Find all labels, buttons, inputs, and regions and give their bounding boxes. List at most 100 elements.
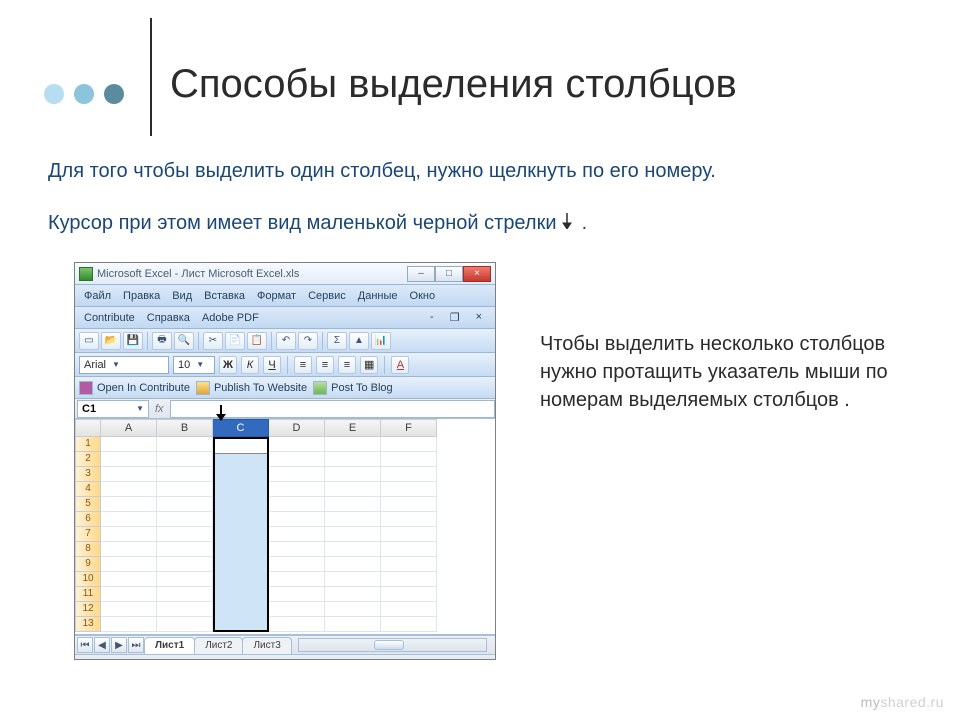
slide-title: Способы выделения столбцов bbox=[170, 62, 737, 107]
menu-bar: Файл Правка Вид Вставка Формат Сервис Да… bbox=[75, 285, 495, 307]
align-center-button[interactable]: ≡ bbox=[316, 356, 334, 374]
sheet-tab[interactable]: Лист3 bbox=[242, 637, 291, 654]
menu-file[interactable]: Файл bbox=[79, 288, 116, 304]
horizontal-scrollbar[interactable] bbox=[298, 638, 487, 652]
row-header[interactable]: 9 bbox=[75, 557, 101, 572]
menu-contribute[interactable]: Contribute bbox=[79, 310, 140, 326]
menu-adobe-pdf[interactable]: Adobe PDF bbox=[197, 310, 264, 326]
align-right-button[interactable]: ≡ bbox=[338, 356, 356, 374]
name-box[interactable]: C1 ▼ bbox=[77, 400, 149, 418]
row-header[interactable]: 5 bbox=[75, 497, 101, 512]
doc-restore-icon[interactable]: ❐ bbox=[445, 309, 465, 326]
tab-nav-next[interactable]: ▶ bbox=[111, 637, 127, 653]
minimize-button[interactable]: – bbox=[407, 266, 435, 282]
chevron-down-icon: ▼ bbox=[136, 404, 144, 413]
menu-edit[interactable]: Правка bbox=[118, 288, 165, 304]
row-headers: 1 2 3 4 5 6 7 8 9 10 11 12 13 bbox=[75, 437, 101, 632]
column-header-F[interactable]: F bbox=[381, 419, 437, 437]
menu-window[interactable]: Окно bbox=[405, 288, 441, 304]
row-header[interactable]: 3 bbox=[75, 467, 101, 482]
menu-insert[interactable]: Вставка bbox=[199, 288, 250, 304]
blog-icon bbox=[313, 381, 327, 395]
select-all-corner[interactable] bbox=[75, 419, 101, 437]
align-left-button[interactable]: ≡ bbox=[294, 356, 312, 374]
tab-nav-prev[interactable]: ◀ bbox=[94, 637, 110, 653]
preview-button[interactable]: 🔍 bbox=[174, 332, 194, 350]
menu-view[interactable]: Вид bbox=[167, 288, 197, 304]
close-button[interactable]: × bbox=[463, 266, 491, 282]
toolbar-separator bbox=[271, 332, 272, 350]
chart-button[interactable]: 📊 bbox=[371, 332, 391, 350]
bold-button[interactable]: Ж bbox=[219, 356, 237, 374]
contribute-toolbar: Open In Contribute Publish To Website Po… bbox=[75, 377, 495, 399]
paste-button[interactable]: 📋 bbox=[247, 332, 267, 350]
status-ready: Готово bbox=[81, 660, 112, 661]
row-header[interactable]: 1 bbox=[75, 437, 101, 452]
decorative-dots bbox=[44, 84, 124, 104]
row-header[interactable]: 13 bbox=[75, 617, 101, 632]
column-header-A[interactable]: A bbox=[101, 419, 157, 437]
column-header-D[interactable]: D bbox=[269, 419, 325, 437]
copy-button[interactable]: 📄 bbox=[225, 332, 245, 350]
watermark-rest: shared.ru bbox=[880, 694, 944, 710]
merge-button[interactable]: ▦ bbox=[360, 356, 378, 374]
row-header[interactable]: 8 bbox=[75, 542, 101, 557]
row-header[interactable]: 4 bbox=[75, 482, 101, 497]
publish-to-website-button[interactable]: Publish To Website bbox=[196, 381, 307, 395]
undo-button[interactable]: ↶ bbox=[276, 332, 296, 350]
row-header[interactable]: 11 bbox=[75, 587, 101, 602]
font-color-button[interactable]: A bbox=[391, 356, 409, 374]
menu-bar-2: Contribute Справка Adobe PDF - ❐ × bbox=[75, 307, 495, 329]
doc-minimize-icon[interactable]: - bbox=[425, 309, 439, 326]
paragraph-2: Курсор при этом имеет вид маленькой черн… bbox=[48, 210, 908, 237]
row-header[interactable]: 10 bbox=[75, 572, 101, 587]
maximize-button[interactable]: □ bbox=[435, 266, 463, 282]
cell-area[interactable] bbox=[101, 437, 495, 632]
scroll-thumb[interactable] bbox=[374, 640, 404, 650]
row-header[interactable]: 7 bbox=[75, 527, 101, 542]
tab-nav-last[interactable]: ⏭ bbox=[128, 637, 144, 653]
spreadsheet-grid[interactable]: A B C D E F 1 2 3 4 5 6 7 8 9 10 11 12 bbox=[75, 419, 495, 635]
fx-label[interactable]: fx bbox=[155, 403, 164, 415]
italic-button[interactable]: К bbox=[241, 356, 259, 374]
print-button[interactable]: 🖶 bbox=[152, 332, 172, 350]
post-label: Post To Blog bbox=[331, 382, 393, 394]
redo-button[interactable]: ↷ bbox=[298, 332, 318, 350]
cut-button[interactable]: ✂ bbox=[203, 332, 223, 350]
row-header[interactable]: 12 bbox=[75, 602, 101, 617]
post-to-blog-button[interactable]: Post To Blog bbox=[313, 381, 393, 395]
new-doc-button[interactable]: ▭ bbox=[79, 332, 99, 350]
doc-close-icon[interactable]: × bbox=[471, 309, 487, 326]
name-box-value: C1 bbox=[82, 403, 96, 415]
sort-asc-button[interactable]: ▲ bbox=[349, 332, 369, 350]
doc-window-controls: - ❐ × bbox=[425, 309, 491, 326]
menu-help[interactable]: Справка bbox=[142, 310, 195, 326]
menu-tools[interactable]: Сервис bbox=[303, 288, 351, 304]
down-arrow-icon bbox=[562, 210, 576, 237]
menu-format[interactable]: Формат bbox=[252, 288, 301, 304]
font-size-combo[interactable]: 10▼ bbox=[173, 356, 215, 374]
sheet-tab[interactable]: Лист2 bbox=[194, 637, 243, 654]
row-header[interactable]: 6 bbox=[75, 512, 101, 527]
paragraph-2-pre: Курсор при этом имеет вид маленькой черн… bbox=[48, 212, 562, 234]
dot-icon bbox=[74, 84, 94, 104]
row-header[interactable]: 2 bbox=[75, 452, 101, 467]
underline-button[interactable]: Ч bbox=[263, 356, 281, 374]
paragraph-2-post: . bbox=[582, 212, 588, 234]
publish-icon bbox=[196, 381, 210, 395]
open-button[interactable]: 📂 bbox=[101, 332, 121, 350]
excel-icon bbox=[79, 267, 93, 281]
watermark: myshared.ru bbox=[861, 694, 944, 710]
menu-data[interactable]: Данные bbox=[353, 288, 403, 304]
column-header-B[interactable]: B bbox=[157, 419, 213, 437]
autosum-button[interactable]: Σ bbox=[327, 332, 347, 350]
column-header-E[interactable]: E bbox=[325, 419, 381, 437]
chevron-down-icon: ▼ bbox=[112, 360, 120, 369]
tab-nav-first[interactable]: ⏮ bbox=[77, 637, 93, 653]
sheet-tab[interactable]: Лист1 bbox=[144, 637, 195, 654]
font-name-combo[interactable]: Arial▼ bbox=[79, 356, 169, 374]
toolbar-separator bbox=[147, 332, 148, 350]
toolbar-separator bbox=[198, 332, 199, 350]
save-button[interactable]: 💾 bbox=[123, 332, 143, 350]
open-in-contribute-button[interactable]: Open In Contribute bbox=[79, 381, 190, 395]
